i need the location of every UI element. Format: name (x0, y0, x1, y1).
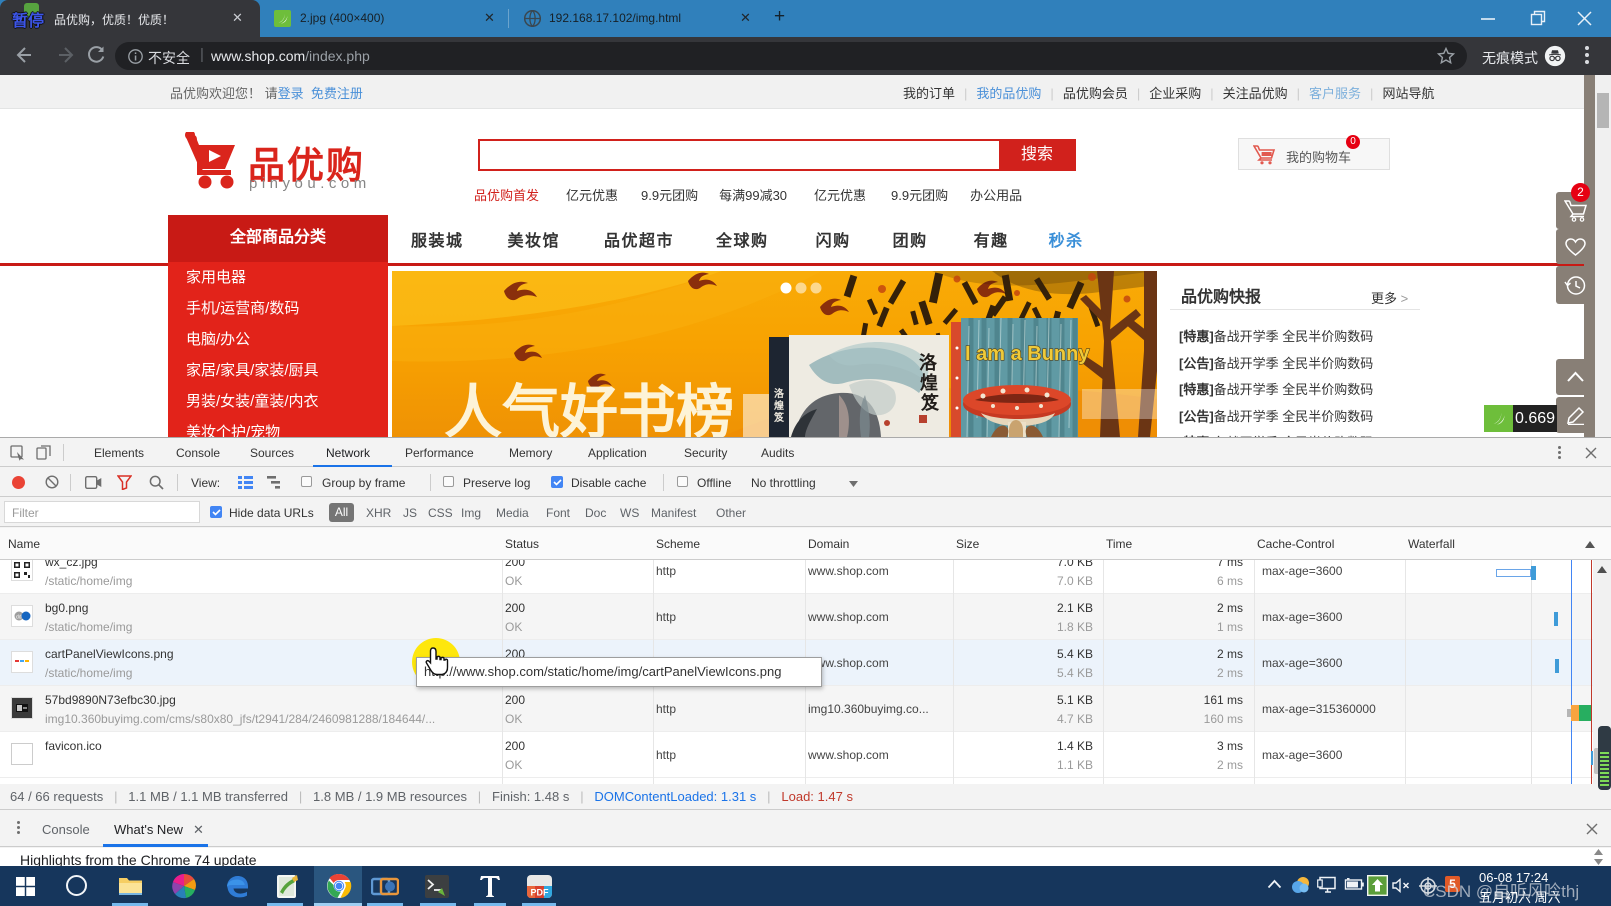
svg-text:洛: 洛 (774, 387, 785, 400)
svg-text:PDF: PDF (531, 888, 550, 898)
svg-text:dd: dd (16, 615, 22, 621)
svg-text:人气好书榜: 人气好书榜 (444, 380, 734, 437)
svg-text:笈: 笈 (773, 411, 785, 424)
svg-text:洛: 洛 (919, 352, 938, 373)
svg-text:煌: 煌 (774, 399, 784, 412)
svg-text:I am a Bunny: I am a Bunny (965, 343, 1090, 365)
svg-text:笈: 笈 (920, 392, 940, 413)
svg-text:煌: 煌 (920, 372, 938, 393)
